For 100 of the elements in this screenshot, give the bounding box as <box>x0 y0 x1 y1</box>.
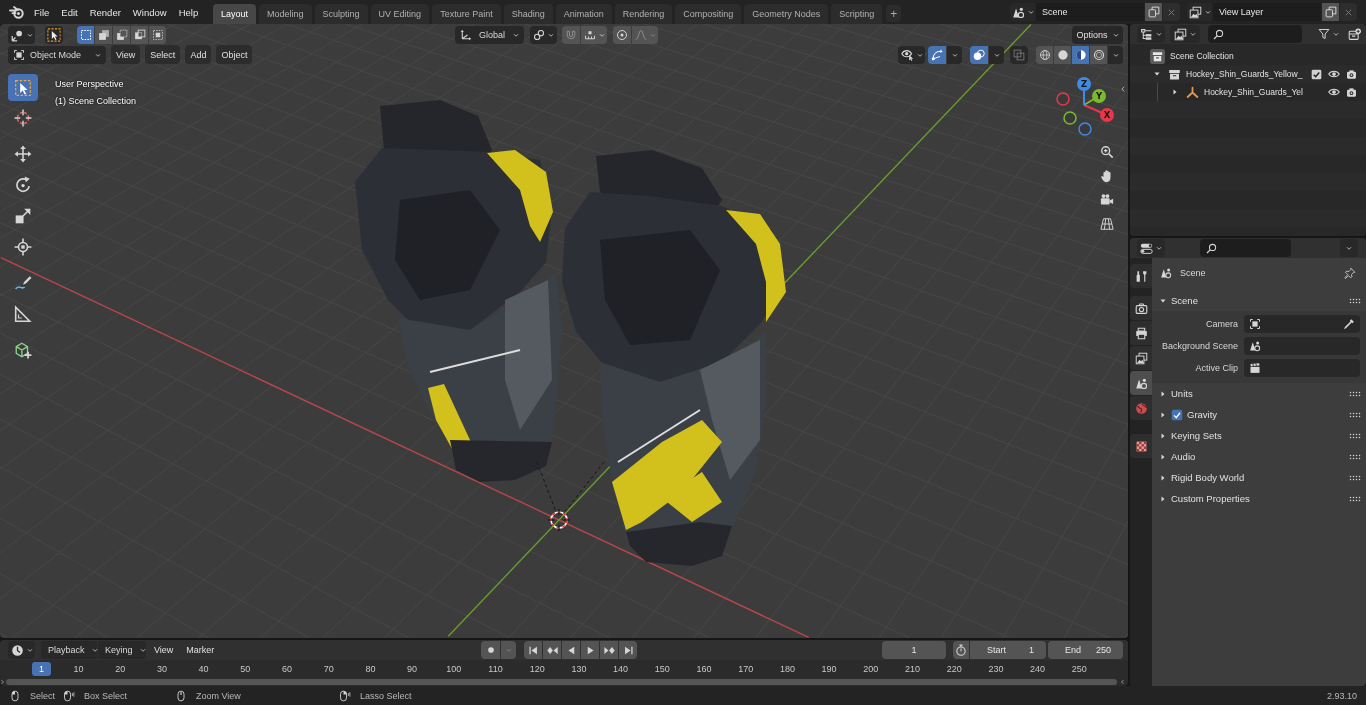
scrollbar[interactable] <box>6 678 1117 685</box>
properties-tab[interactable] <box>1130 371 1152 395</box>
new-scene-button[interactable] <box>1145 3 1162 21</box>
jump-to-start-button[interactable] <box>524 641 542 659</box>
menu-item[interactable]: Object <box>216 45 253 64</box>
panel-header[interactable]: Scene <box>1152 290 1366 311</box>
properties-tab[interactable] <box>1130 321 1152 345</box>
editor-type-button[interactable] <box>1137 25 1165 43</box>
menu-item[interactable]: Edit <box>55 2 84 22</box>
search-field[interactable] <box>1208 25 1302 43</box>
camera-field[interactable] <box>1244 315 1360 333</box>
orientation-dropdown[interactable]: Global <box>455 26 524 44</box>
menu-dropdown[interactable]: Keying <box>98 641 146 659</box>
panel-header[interactable]: Audio <box>1152 446 1366 467</box>
selectability-dropdown[interactable] <box>898 45 925 64</box>
new-view-layer-button[interactable] <box>1322 3 1339 21</box>
play-reverse-button[interactable] <box>562 641 580 659</box>
axis-handle[interactable] <box>1063 111 1077 125</box>
select-mode-button[interactable] <box>95 26 112 44</box>
select-mode-button[interactable] <box>131 26 148 44</box>
disclosure-triangle-icon[interactable] <box>1153 70 1161 78</box>
scene-field[interactable] <box>1244 337 1360 355</box>
menu-item[interactable]: Render <box>83 2 127 22</box>
menu-item[interactable]: Window <box>126 2 173 22</box>
current-frame-field[interactable]: 1 <box>882 641 946 659</box>
panel-header[interactable]: Rigid Body World <box>1152 467 1366 488</box>
menu-item[interactable]: Help <box>172 2 205 22</box>
snap-toggle[interactable] <box>562 26 580 44</box>
properties-tab[interactable] <box>1130 264 1152 288</box>
jump-to-end-button[interactable] <box>619 641 637 659</box>
editor-type-button[interactable] <box>1137 239 1165 257</box>
axis-handle[interactable]: X <box>1083 104 1114 122</box>
outliner-item[interactable]: Scene Collection <box>1130 47 1366 65</box>
outliner-item[interactable]: Hockey_Shin_Guards_Yellow_ <box>1130 65 1366 83</box>
start-frame-field[interactable]: Start 1 <box>970 641 1046 659</box>
clip-field[interactable] <box>1244 359 1360 377</box>
scene-name-field[interactable]: Scene <box>1036 3 1144 21</box>
menu-item[interactable]: File <box>28 2 56 22</box>
chevron-left-icon[interactable] <box>1120 677 1125 686</box>
play-button[interactable] <box>581 641 599 659</box>
properties-tab[interactable] <box>1130 296 1152 320</box>
options-dropdown[interactable]: Options <box>1072 26 1123 44</box>
workspace-tab[interactable]: UV Editing <box>370 4 430 24</box>
xray-toggle[interactable] <box>1010 45 1028 64</box>
outliner-item[interactable]: Hockey_Shin_Guards_Yel <box>1130 83 1366 101</box>
sidebar-toggle[interactable] <box>1120 84 1126 94</box>
previous-keyframe-button[interactable] <box>543 641 561 659</box>
checkbox[interactable] <box>1171 408 1183 421</box>
preview-range-toggle[interactable] <box>953 641 969 659</box>
end-frame-field[interactable]: End 250 <box>1048 641 1123 659</box>
editor-type-button[interactable] <box>8 641 35 659</box>
workspace-tab[interactable]: Compositing <box>675 4 742 24</box>
shading-mode-button[interactable] <box>1036 45 1053 64</box>
workspace-tab[interactable]: Texture Paint <box>432 4 501 24</box>
properties-tab[interactable] <box>1130 434 1152 458</box>
editor-type-button[interactable] <box>8 26 35 44</box>
auto-keying-toggle[interactable] <box>481 641 500 659</box>
axis-handle[interactable]: Z <box>1077 77 1091 106</box>
panel-header[interactable]: Custom Properties <box>1152 488 1366 509</box>
eye-icon[interactable] <box>1328 68 1340 80</box>
menu-item[interactable]: Marker <box>181 641 220 659</box>
camera-icon[interactable] <box>1346 86 1357 98</box>
chevron-right-icon[interactable] <box>0 677 5 686</box>
axis-handle[interactable] <box>1056 92 1070 106</box>
menu-dropdown[interactable]: Playback <box>41 641 97 659</box>
scene-selector[interactable] <box>1010 3 1035 21</box>
select-mode-button[interactable] <box>77 26 94 44</box>
search-field[interactable] <box>1200 239 1291 257</box>
display-mode-dropdown[interactable] <box>1170 25 1200 43</box>
disclosure-triangle-icon[interactable] <box>1171 88 1179 96</box>
menu-item[interactable]: View <box>149 641 179 659</box>
playhead[interactable]: 1 <box>32 662 51 676</box>
menu-item[interactable]: Select <box>145 45 181 64</box>
proportional-edit-toggle[interactable] <box>613 26 631 44</box>
add-workspace-button[interactable]: + <box>886 5 902 22</box>
workspace-tab[interactable]: Animation <box>555 4 612 24</box>
panel-header[interactable]: Units <box>1152 383 1366 404</box>
panel-header[interactable]: Keying Sets <box>1152 425 1366 446</box>
view-layer-selector[interactable] <box>1187 3 1212 21</box>
next-keyframe-button[interactable] <box>600 641 618 659</box>
panel-header[interactable]: Gravity <box>1152 404 1366 425</box>
eye-icon[interactable] <box>1328 86 1340 98</box>
pivot-dropdown[interactable] <box>530 26 557 44</box>
overlay-toggle[interactable] <box>970 45 988 64</box>
select-mode-button[interactable] <box>149 26 166 44</box>
axis-handle[interactable] <box>1078 122 1092 136</box>
view-layer-name-field[interactable]: View Layer <box>1213 3 1321 21</box>
shading-mode-button[interactable] <box>1054 45 1071 64</box>
checkbox[interactable] <box>1311 68 1322 80</box>
camera-icon[interactable] <box>1346 68 1357 80</box>
mode-dropdown[interactable]: Object Mode <box>8 45 106 64</box>
active-tool-button[interactable] <box>45 26 63 44</box>
workspace-tab[interactable]: Scripting <box>831 4 883 24</box>
menu-item[interactable]: View <box>111 45 141 64</box>
workspace-tab[interactable]: Sculpting <box>314 4 368 24</box>
workspace-tab[interactable]: Modeling <box>259 4 312 24</box>
select-mode-button[interactable] <box>113 26 130 44</box>
shading-mode-button[interactable] <box>1090 45 1107 64</box>
workspace-tab[interactable]: Shading <box>503 4 553 24</box>
3d-viewport[interactable]: Global Options Object Mode View Select Add Object User Perspective (1) Scene Collection X Y Z <box>0 24 1128 638</box>
